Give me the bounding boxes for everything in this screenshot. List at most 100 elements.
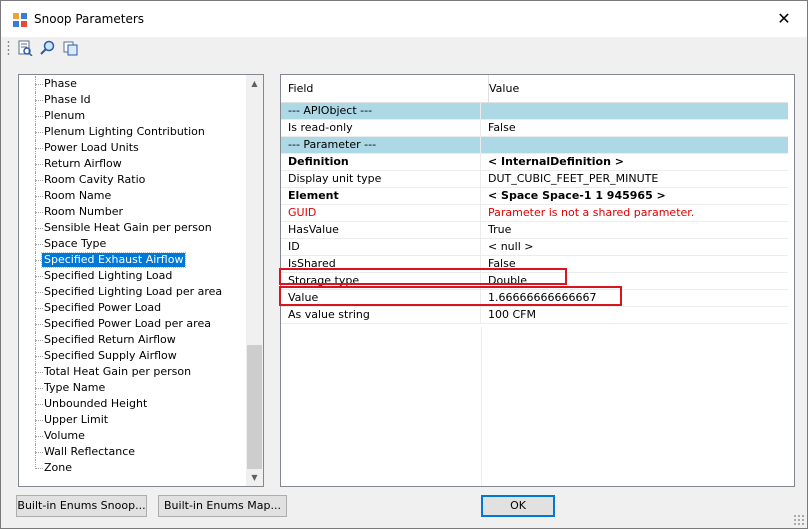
value-cell[interactable]: False	[482, 120, 788, 136]
grid-row[interactable]: Value 1.66666666666667	[281, 290, 788, 307]
tree-item-label[interactable]: Type Name	[42, 381, 107, 395]
grid-row[interactable]: Is read-only False	[281, 120, 788, 137]
field-cell[interactable]: Element	[281, 188, 481, 204]
value-cell[interactable]: < null >	[482, 239, 788, 255]
field-cell[interactable]: Is read-only	[281, 120, 481, 136]
tree-item[interactable]: Wall Reflectance	[19, 444, 246, 460]
tree-item-label[interactable]: Plenum Lighting Contribution	[42, 125, 207, 139]
field-cell[interactable]: HasValue	[281, 222, 481, 238]
value-cell[interactable]: DUT_CUBIC_FEET_PER_MINUTE	[482, 171, 788, 187]
tree-item-label[interactable]: Total Heat Gain per person	[42, 365, 193, 379]
find-button[interactable]	[39, 39, 57, 57]
tree-item[interactable]: Type Name	[19, 380, 246, 396]
tree-item[interactable]: Specified Supply Airflow	[19, 348, 246, 364]
scroll-up-arrow-icon[interactable]: ▲	[246, 75, 263, 92]
tree-item[interactable]: Upper Limit	[19, 412, 246, 428]
tree-item-label[interactable]: Specified Lighting Load per area	[42, 285, 224, 299]
field-cell[interactable]: Value	[281, 290, 481, 306]
grid-row[interactable]: HasValue True	[281, 222, 788, 239]
grid-row[interactable]: Element < Space Space-1 1 945965 >	[281, 188, 788, 205]
field-cell[interactable]: IsShared	[281, 256, 481, 272]
tree-item-label[interactable]: Zone	[42, 461, 74, 475]
builtin-enums-snoop-button[interactable]: Built-in Enums Snoop...	[16, 495, 147, 517]
grid-row[interactable]: Storage type Double	[281, 273, 788, 290]
value-cell[interactable]: Parameter is not a shared parameter.	[482, 205, 788, 221]
parameter-tree[interactable]: Phase Phase Id Plenum Plenum Lighting Contr…	[18, 74, 264, 487]
value-column-header[interactable]: Value	[482, 75, 789, 102]
tree-item[interactable]: Volume	[19, 428, 246, 444]
field-cell[interactable]: Definition	[281, 154, 481, 170]
value-cell[interactable]: < InternalDefinition >	[482, 154, 788, 170]
value-cell[interactable]: True	[482, 222, 788, 238]
tree-item[interactable]: Phase Id	[19, 92, 246, 108]
resize-grip[interactable]	[793, 514, 805, 526]
tree-item-label[interactable]: Plenum	[42, 109, 87, 123]
tree-item-label[interactable]: Room Number	[42, 205, 125, 219]
tree-item[interactable]: Phase	[19, 76, 246, 92]
grid-row[interactable]: IsShared False	[281, 256, 788, 273]
value-cell[interactable]	[482, 103, 788, 119]
tree-item[interactable]: Sensible Heat Gain per person	[19, 220, 246, 236]
tree-item[interactable]: Specified Return Airflow	[19, 332, 246, 348]
tree-item[interactable]: Room Cavity Ratio	[19, 172, 246, 188]
tree-item-label[interactable]: Sensible Heat Gain per person	[42, 221, 214, 235]
tree-item-label[interactable]: Unbounded Height	[42, 397, 149, 411]
tree-item[interactable]: Room Number	[19, 204, 246, 220]
tree-item[interactable]: Specified Lighting Load per area	[19, 284, 246, 300]
tree-item[interactable]: Specified Exhaust Airflow	[19, 252, 246, 268]
tree-item-label[interactable]: Room Cavity Ratio	[42, 173, 147, 187]
value-cell[interactable]: Double	[482, 273, 788, 289]
tree-item[interactable]: Return Airflow	[19, 156, 246, 172]
tree-item-label[interactable]: Specified Power Load	[42, 301, 163, 315]
grid-row[interactable]: ID < null >	[281, 239, 788, 256]
tree-scrollbar[interactable]: ▲ ▼	[246, 75, 263, 486]
snoop-button[interactable]	[16, 39, 34, 57]
grid-section-row[interactable]: --- APIObject ---	[281, 103, 788, 120]
tree-item-label[interactable]: Volume	[42, 429, 87, 443]
tree-item-label[interactable]: Room Name	[42, 189, 113, 203]
value-cell[interactable]: < Space Space-1 1 945965 >	[482, 188, 788, 204]
scroll-down-arrow-icon[interactable]: ▼	[246, 469, 263, 486]
tree-item[interactable]: Space Type	[19, 236, 246, 252]
copy-button[interactable]	[62, 39, 80, 57]
scroll-thumb[interactable]	[247, 345, 262, 469]
tree-item[interactable]: Room Name	[19, 188, 246, 204]
field-cell[interactable]: As value string	[281, 307, 481, 323]
close-button[interactable]: ✕	[761, 1, 807, 37]
tree-item[interactable]: Unbounded Height	[19, 396, 246, 412]
field-cell[interactable]: Display unit type	[281, 171, 481, 187]
tree-item-label[interactable]: Wall Reflectance	[42, 445, 137, 459]
tree-item-label[interactable]: Power Load Units	[42, 141, 141, 155]
tree-item[interactable]: Plenum	[19, 108, 246, 124]
tree-item-label[interactable]: Phase Id	[42, 93, 93, 107]
tree-item-label[interactable]: Upper Limit	[42, 413, 110, 427]
ok-button[interactable]: OK	[481, 495, 555, 517]
tree-item[interactable]: Power Load Units	[19, 140, 246, 156]
field-cell[interactable]: ID	[281, 239, 481, 255]
parameter-grid[interactable]: Field Value --- APIObject --- Is read-onl…	[280, 74, 795, 487]
field-cell[interactable]: GUID	[281, 205, 481, 221]
tree-item[interactable]: Zone	[19, 460, 246, 476]
value-cell[interactable]	[482, 137, 788, 153]
tree-item[interactable]: Plenum Lighting Contribution	[19, 124, 246, 140]
tree-item-label[interactable]: Space Type	[42, 237, 108, 251]
grid-row[interactable]: GUID Parameter is not a shared parameter.	[281, 205, 788, 222]
tree-item-label[interactable]: Specified Exhaust Airflow	[40, 252, 187, 268]
tree-item-label[interactable]: Specified Lighting Load	[42, 269, 174, 283]
field-cell[interactable]: --- Parameter ---	[281, 137, 481, 153]
field-cell[interactable]: --- APIObject ---	[281, 103, 481, 119]
grid-row[interactable]: Definition < InternalDefinition >	[281, 154, 788, 171]
value-cell[interactable]: 1.66666666666667	[482, 290, 788, 306]
tree-item-label[interactable]: Specified Supply Airflow	[42, 349, 179, 363]
grid-section-row[interactable]: --- Parameter ---	[281, 137, 788, 154]
tree-item[interactable]: Total Heat Gain per person	[19, 364, 246, 380]
grid-row[interactable]: As value string 100 CFM	[281, 307, 788, 324]
builtin-enums-map-button[interactable]: Built-in Enums Map...	[158, 495, 287, 517]
tree-item[interactable]: Specified Power Load per area	[19, 316, 246, 332]
tree-item-label[interactable]: Specified Power Load per area	[42, 317, 213, 331]
toolbar-grip[interactable]	[7, 40, 10, 56]
tree-item-label[interactable]: Phase	[42, 77, 79, 91]
value-cell[interactable]: False	[482, 256, 788, 272]
tree-item-label[interactable]: Specified Return Airflow	[42, 333, 178, 347]
value-cell[interactable]: 100 CFM	[482, 307, 788, 323]
